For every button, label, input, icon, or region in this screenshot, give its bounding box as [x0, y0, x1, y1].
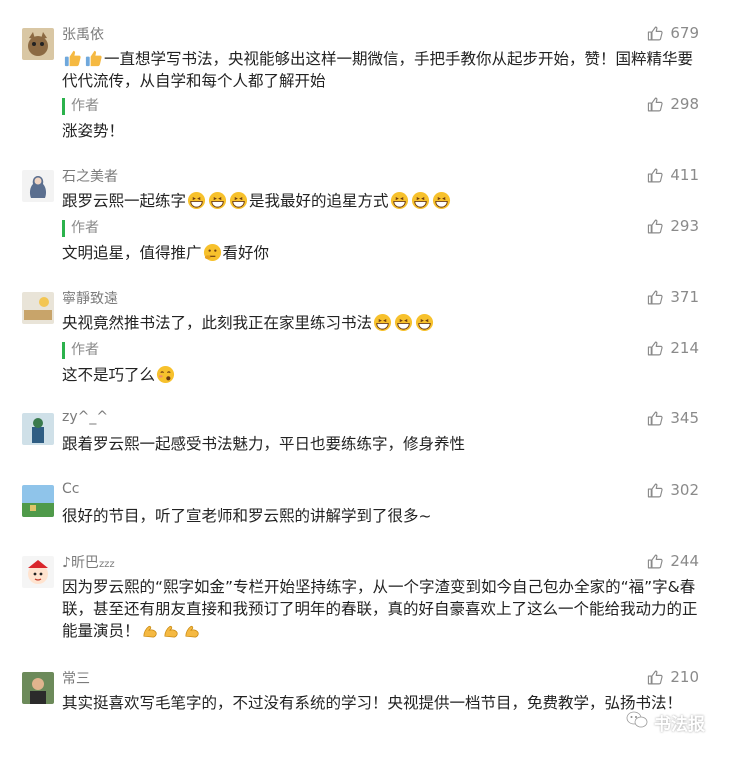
thumbs-up-icon: [647, 410, 664, 427]
comment-text: 央视竟然推书法了，此刻我正在家里练习书法: [62, 312, 702, 334]
wechat-icon: [626, 711, 648, 734]
like-count: 210: [670, 668, 699, 686]
like-count: 679: [670, 24, 699, 42]
flexed-biceps-emoji: [183, 621, 202, 640]
comment-text-segment: 是我最好的追星方式: [249, 192, 389, 210]
thumbs-up-emoji: [84, 49, 103, 68]
watermark-text: 书法报: [654, 715, 705, 735]
grinning-emoji: [411, 191, 430, 210]
username[interactable]: Cc: [62, 481, 79, 497]
thumbs-up-icon: [647, 340, 664, 357]
username[interactable]: 张禹依: [62, 24, 104, 44]
author-label: 作者: [62, 342, 99, 359]
like-button[interactable]: 210: [647, 668, 699, 686]
username-suffix: zzz: [98, 559, 115, 570]
like-count: 371: [670, 288, 699, 306]
like-count: 244: [670, 552, 699, 570]
like-button[interactable]: 371: [647, 288, 699, 306]
thinking-emoji: [203, 243, 222, 262]
comment-text: 一直想学写书法，央视能够出这样一期微信，手把手教你从起步开始，赞！国粹精华要代代…: [62, 48, 702, 92]
avatar[interactable]: [22, 672, 54, 704]
grinning-emoji: [208, 191, 227, 210]
comment-text-segment: 一直想学写书法，央视能够出这样一期微信，手把手教你从起步开始，赞！国粹精华要代代…: [62, 50, 694, 90]
thumbs-up-icon: [647, 218, 664, 235]
comment-text: 很好的节目，听了宣老师和罗云熙的讲解学到了很多~: [62, 507, 432, 525]
like-count: 345: [670, 409, 699, 427]
like-count: 302: [670, 481, 699, 499]
grinning-emoji: [390, 191, 409, 210]
grinning-emoji: [187, 191, 206, 210]
reply-text-segment: 看好你: [222, 244, 270, 262]
avatar[interactable]: [22, 28, 54, 60]
username[interactable]: 常三: [62, 668, 90, 688]
thumbs-up-icon: [647, 96, 664, 113]
grinning-emoji: [432, 191, 451, 210]
like-count: 411: [670, 166, 699, 184]
thumbs-up-emoji: [63, 49, 82, 68]
comment-text: 因为罗云熙的“熙字如金”专栏开始坚持练字，从一个字渣变到如今自己包办全家的“福”…: [62, 576, 702, 642]
reply-text: 这不是巧了么: [62, 364, 176, 386]
flexed-biceps-emoji: [162, 621, 181, 640]
like-button[interactable]: 302: [647, 481, 699, 499]
like-count: 214: [670, 339, 699, 357]
reply-like-button[interactable]: 293: [647, 217, 699, 235]
thumbs-up-icon: [647, 553, 664, 570]
comment-text-segment: 跟罗云熙一起练字: [62, 192, 187, 210]
smirk-emoji: [156, 365, 175, 384]
grinning-emoji: [373, 313, 392, 332]
like-button[interactable]: 411: [647, 166, 699, 184]
grinning-emoji: [394, 313, 413, 332]
reply-like-button[interactable]: 214: [647, 339, 699, 357]
avatar[interactable]: [22, 413, 54, 445]
like-button[interactable]: 679: [647, 24, 699, 42]
reply-text-segment: 这不是巧了么: [62, 366, 156, 384]
reply-text-segment: 文明追星，值得推广: [62, 244, 202, 262]
watermark: 书法报: [626, 710, 705, 735]
like-count: 293: [670, 217, 699, 235]
grinning-emoji: [229, 191, 248, 210]
like-button[interactable]: 345: [647, 409, 699, 427]
thumbs-up-icon: [647, 669, 664, 686]
flexed-biceps-emoji: [141, 621, 160, 640]
avatar[interactable]: [22, 292, 54, 324]
username[interactable]: 寧靜致遠: [62, 288, 118, 308]
username-text: 昕巴: [70, 555, 99, 571]
author-label: 作者: [62, 220, 99, 237]
thumbs-up-icon: [647, 482, 664, 499]
like-button[interactable]: 244: [647, 552, 699, 570]
thumbs-up-icon: [647, 289, 664, 306]
username[interactable]: ♪昕巴zzz: [62, 552, 115, 572]
reply-text: 涨姿势！: [62, 122, 125, 140]
username[interactable]: 石之美者: [62, 166, 118, 186]
comment-text: 跟着罗云熙一起感受书法魅力，平日也要练练字，修身养性: [62, 435, 466, 453]
username[interactable]: zy^_^: [62, 409, 108, 425]
reply-like-button[interactable]: 298: [647, 95, 699, 113]
thumbs-up-icon: [647, 25, 664, 42]
thumbs-up-icon: [647, 167, 664, 184]
avatar[interactable]: [22, 485, 54, 517]
comment-text: 其实挺喜欢写毛笔字的，不过没有系统的学习！央视提供一档节目，免费教学，弘扬书法！: [62, 694, 683, 712]
avatar[interactable]: [22, 170, 54, 202]
music-note-icon: ♪: [62, 555, 71, 571]
grinning-emoji: [415, 313, 434, 332]
author-label: 作者: [62, 98, 99, 115]
reply-text: 文明追星，值得推广 看好你: [62, 242, 269, 264]
avatar[interactable]: [22, 556, 54, 588]
like-count: 298: [670, 95, 699, 113]
comment-text-segment: 央视竟然推书法了，此刻我正在家里练习书法: [62, 314, 373, 332]
comment-text: 跟罗云熙一起练字 是我最好的追星方式: [62, 190, 702, 212]
